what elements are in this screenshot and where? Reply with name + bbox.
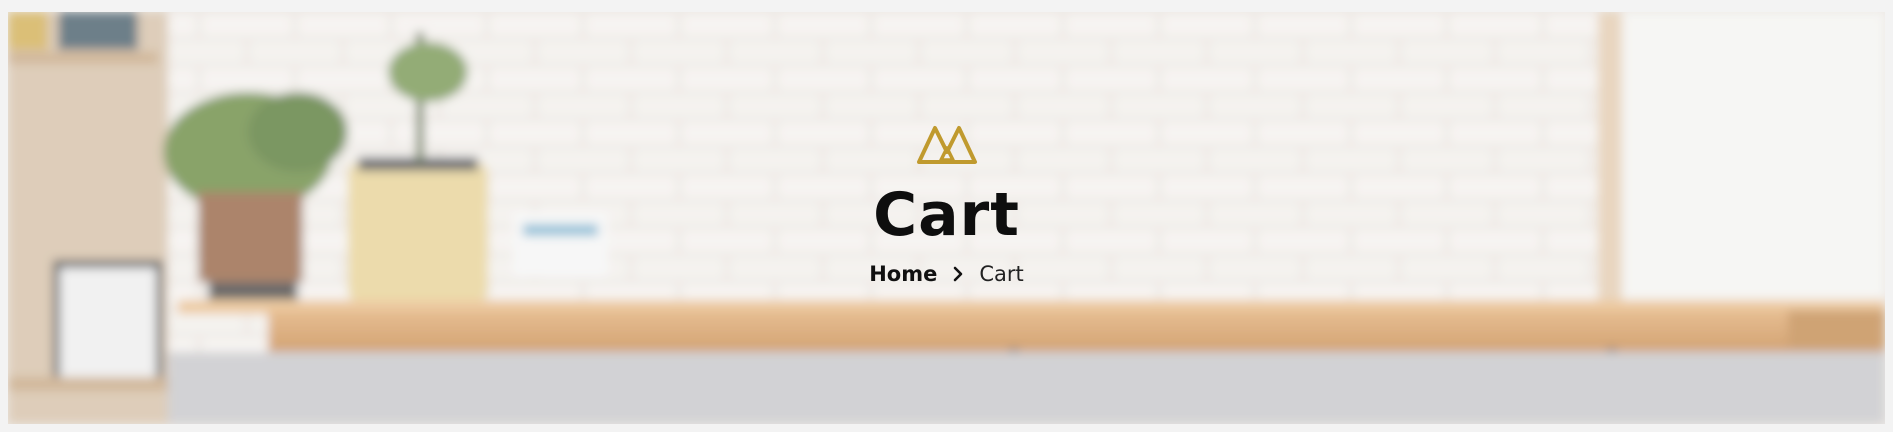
- chevron-right-icon: [954, 266, 963, 282]
- breadcrumb-home-link[interactable]: Home: [869, 262, 937, 286]
- breadcrumb-current-page: Cart: [979, 262, 1024, 286]
- breadcrumb: Home Cart: [869, 262, 1024, 286]
- page-title: Cart: [873, 180, 1020, 250]
- page: Cart Home Cart: [0, 0, 1893, 432]
- hero-content: Cart Home Cart: [8, 124, 1885, 286]
- double-triangle-logo-icon: [916, 126, 977, 164]
- page-hero-banner: Cart Home Cart: [8, 12, 1885, 424]
